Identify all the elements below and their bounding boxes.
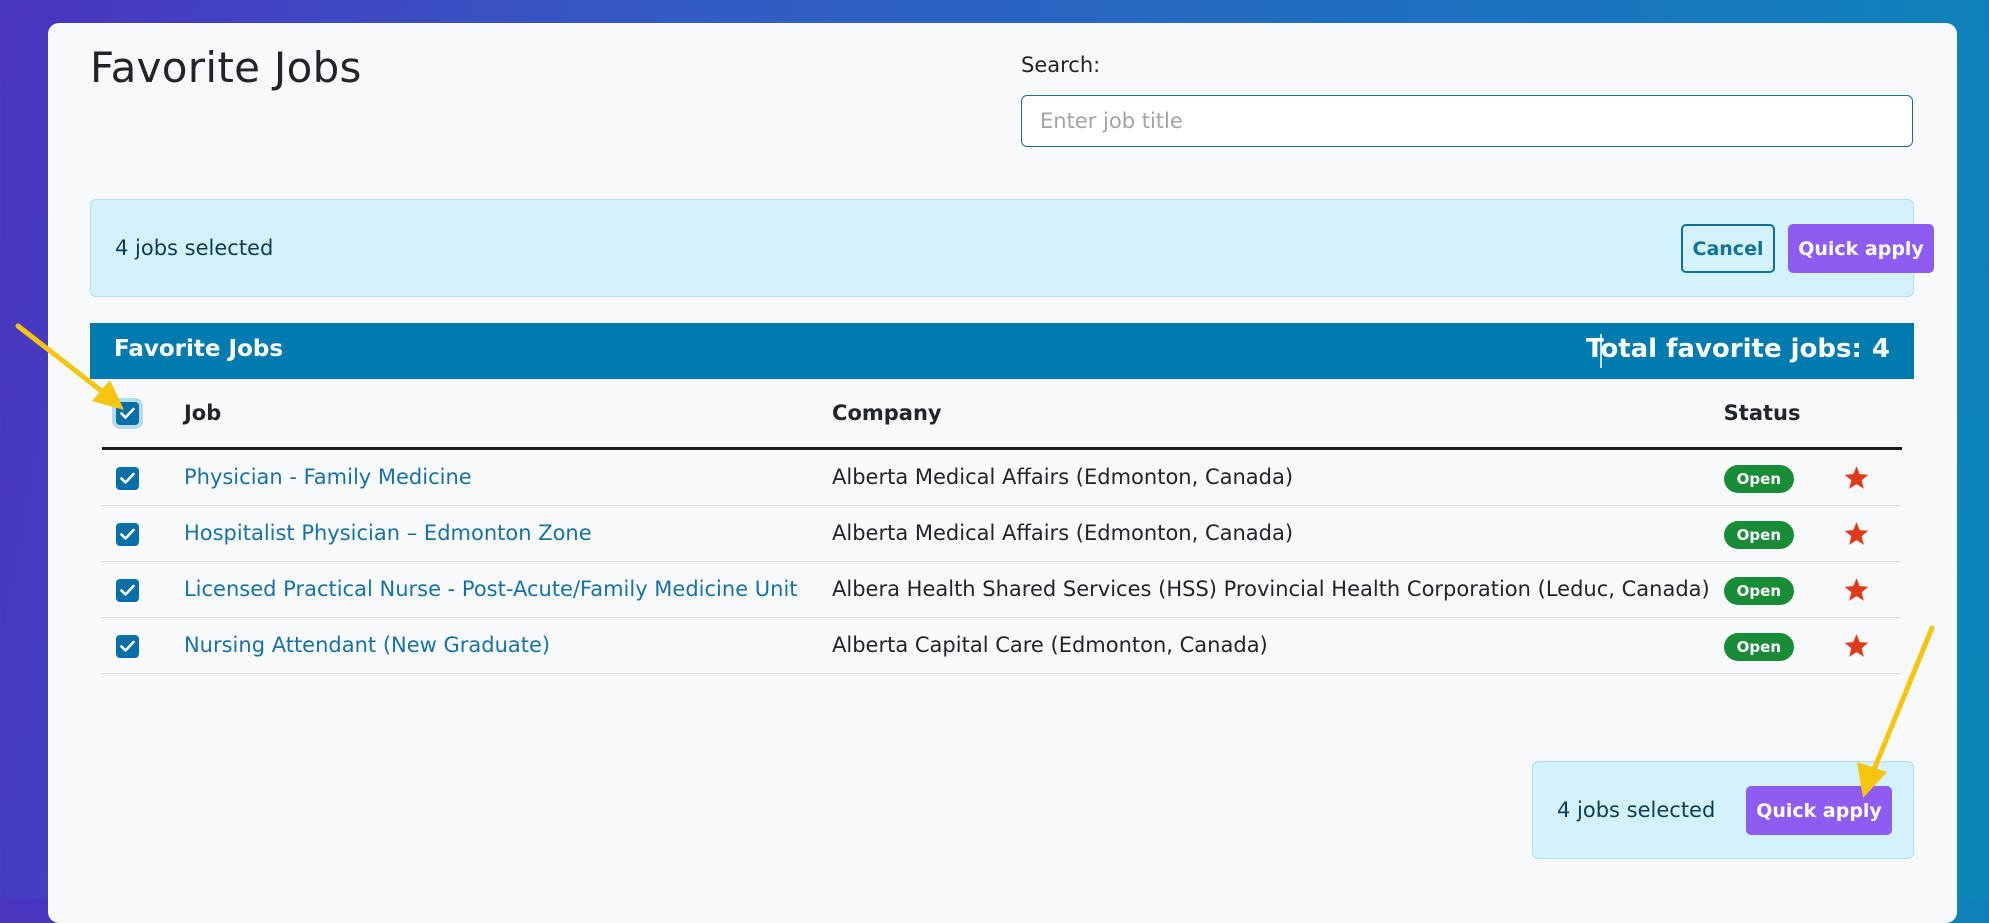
table-row: Licensed Practical Nurse - Post-Acute/Fa… (102, 561, 1902, 618)
total-favorites: Total favorite jobs: 4 (1586, 334, 1890, 364)
bottom-selection-bar: 4 jobs selected Quick apply (1532, 761, 1914, 859)
cancel-button[interactable]: Cancel (1681, 224, 1775, 273)
selection-bar: 4 jobs selected Cancel Quick apply (90, 199, 1934, 297)
company-cell: Alberta Medical Affairs (Edmonton, Canad… (832, 505, 1724, 562)
column-header-favorite (1842, 379, 1902, 450)
status-badge: Open (1723, 521, 1794, 549)
table-row: Hospitalist Physician – Edmonton Zone Alb… (102, 505, 1902, 562)
row-checkbox[interactable] (116, 522, 139, 546)
favorite-toggle[interactable] (1843, 521, 1870, 545)
table-title: Favorite Jobs (114, 336, 284, 362)
check-icon (120, 472, 135, 484)
row-checkbox-cell (102, 617, 184, 674)
total-count: 4 (1871, 334, 1890, 364)
job-cell: Physician - Family Medicine (183, 448, 833, 506)
check-icon (120, 640, 135, 652)
table-row: Physician - Family Medicine Alberta Medic… (102, 448, 1902, 506)
status-cell: Open (1723, 448, 1843, 506)
column-header-company[interactable]: Company (832, 379, 1724, 450)
star-icon (1844, 522, 1868, 545)
company-cell: Alberta Medical Affairs (Edmonton, Canad… (832, 448, 1724, 506)
row-checkbox[interactable] (116, 578, 139, 602)
total-label: Total favorite jobs: (1586, 334, 1862, 364)
page-title: Favorite Jobs (90, 43, 362, 92)
job-title-link[interactable]: Hospitalist Physician – Edmonton Zone (184, 516, 622, 551)
row-checkbox[interactable] (116, 466, 139, 490)
select-all-cell (102, 379, 184, 450)
favorite-cell (1842, 505, 1902, 562)
job-cell: Licensed Practical Nurse - Post-Acute/Fa… (183, 561, 833, 618)
job-title-link[interactable]: Physician - Family Medicine (184, 460, 502, 495)
select-all-checkbox[interactable] (116, 402, 139, 426)
row-checkbox-cell (102, 505, 184, 562)
job-cell: Nursing Attendant (New Graduate) (183, 617, 833, 674)
favorite-toggle[interactable] (1843, 577, 1870, 601)
favorite-cell (1842, 561, 1902, 618)
bottom-quick-apply-button[interactable]: Quick apply (1746, 786, 1892, 835)
job-title-link[interactable]: Nursing Attendant (New Graduate) (184, 628, 580, 663)
star-icon (1844, 466, 1868, 489)
status-badge: Open (1723, 577, 1794, 605)
job-title-link[interactable]: Licensed Practical Nurse - Post-Acute/Fa… (184, 572, 828, 607)
status-badge: Open (1723, 633, 1794, 661)
company-cell: Alberta Capital Care (Edmonton, Canada) (832, 617, 1724, 674)
search-label: Search: (1021, 53, 1101, 77)
star-icon (1844, 578, 1868, 601)
row-checkbox-cell (102, 448, 184, 506)
favorite-cell (1842, 448, 1902, 506)
status-badge: Open (1723, 465, 1794, 493)
table-header-bar: Favorite Jobs Total favorite jobs: 4 (90, 323, 1914, 379)
status-cell: Open (1723, 505, 1843, 562)
bottom-selected-count: 4 jobs selected (1557, 798, 1716, 822)
selected-count: 4 jobs selected (115, 236, 274, 260)
favorite-toggle[interactable] (1843, 633, 1870, 657)
table-row: Nursing Attendant (New Graduate) Alberta … (102, 617, 1902, 674)
favorite-toggle[interactable] (1843, 465, 1870, 489)
favorite-cell (1842, 617, 1902, 674)
check-icon (120, 407, 135, 420)
status-cell: Open (1723, 617, 1843, 674)
column-header-job[interactable]: Job (183, 379, 833, 450)
favorite-jobs-card: Favorite Jobs Search: 4 jobs selected Ca… (48, 23, 1957, 923)
column-header-status[interactable]: Status (1723, 379, 1843, 450)
check-icon (120, 584, 135, 596)
row-checkbox[interactable] (116, 634, 139, 658)
jobs-table-body: Physician - Family Medicine Alberta Medic… (102, 448, 1902, 674)
check-icon (120, 528, 135, 540)
job-cell: Hospitalist Physician – Edmonton Zone (183, 505, 833, 562)
row-checkbox-cell (102, 561, 184, 618)
jobs-table: Job Company Status Physician - Family Me… (102, 379, 1902, 674)
table-head-row: Job Company Status (102, 379, 1902, 450)
quick-apply-button[interactable]: Quick apply (1788, 224, 1934, 273)
company-cell: Albera Health Shared Services (HSS) Prov… (832, 561, 1724, 618)
star-icon (1844, 634, 1868, 657)
status-cell: Open (1723, 561, 1843, 618)
search-input[interactable] (1021, 95, 1913, 147)
